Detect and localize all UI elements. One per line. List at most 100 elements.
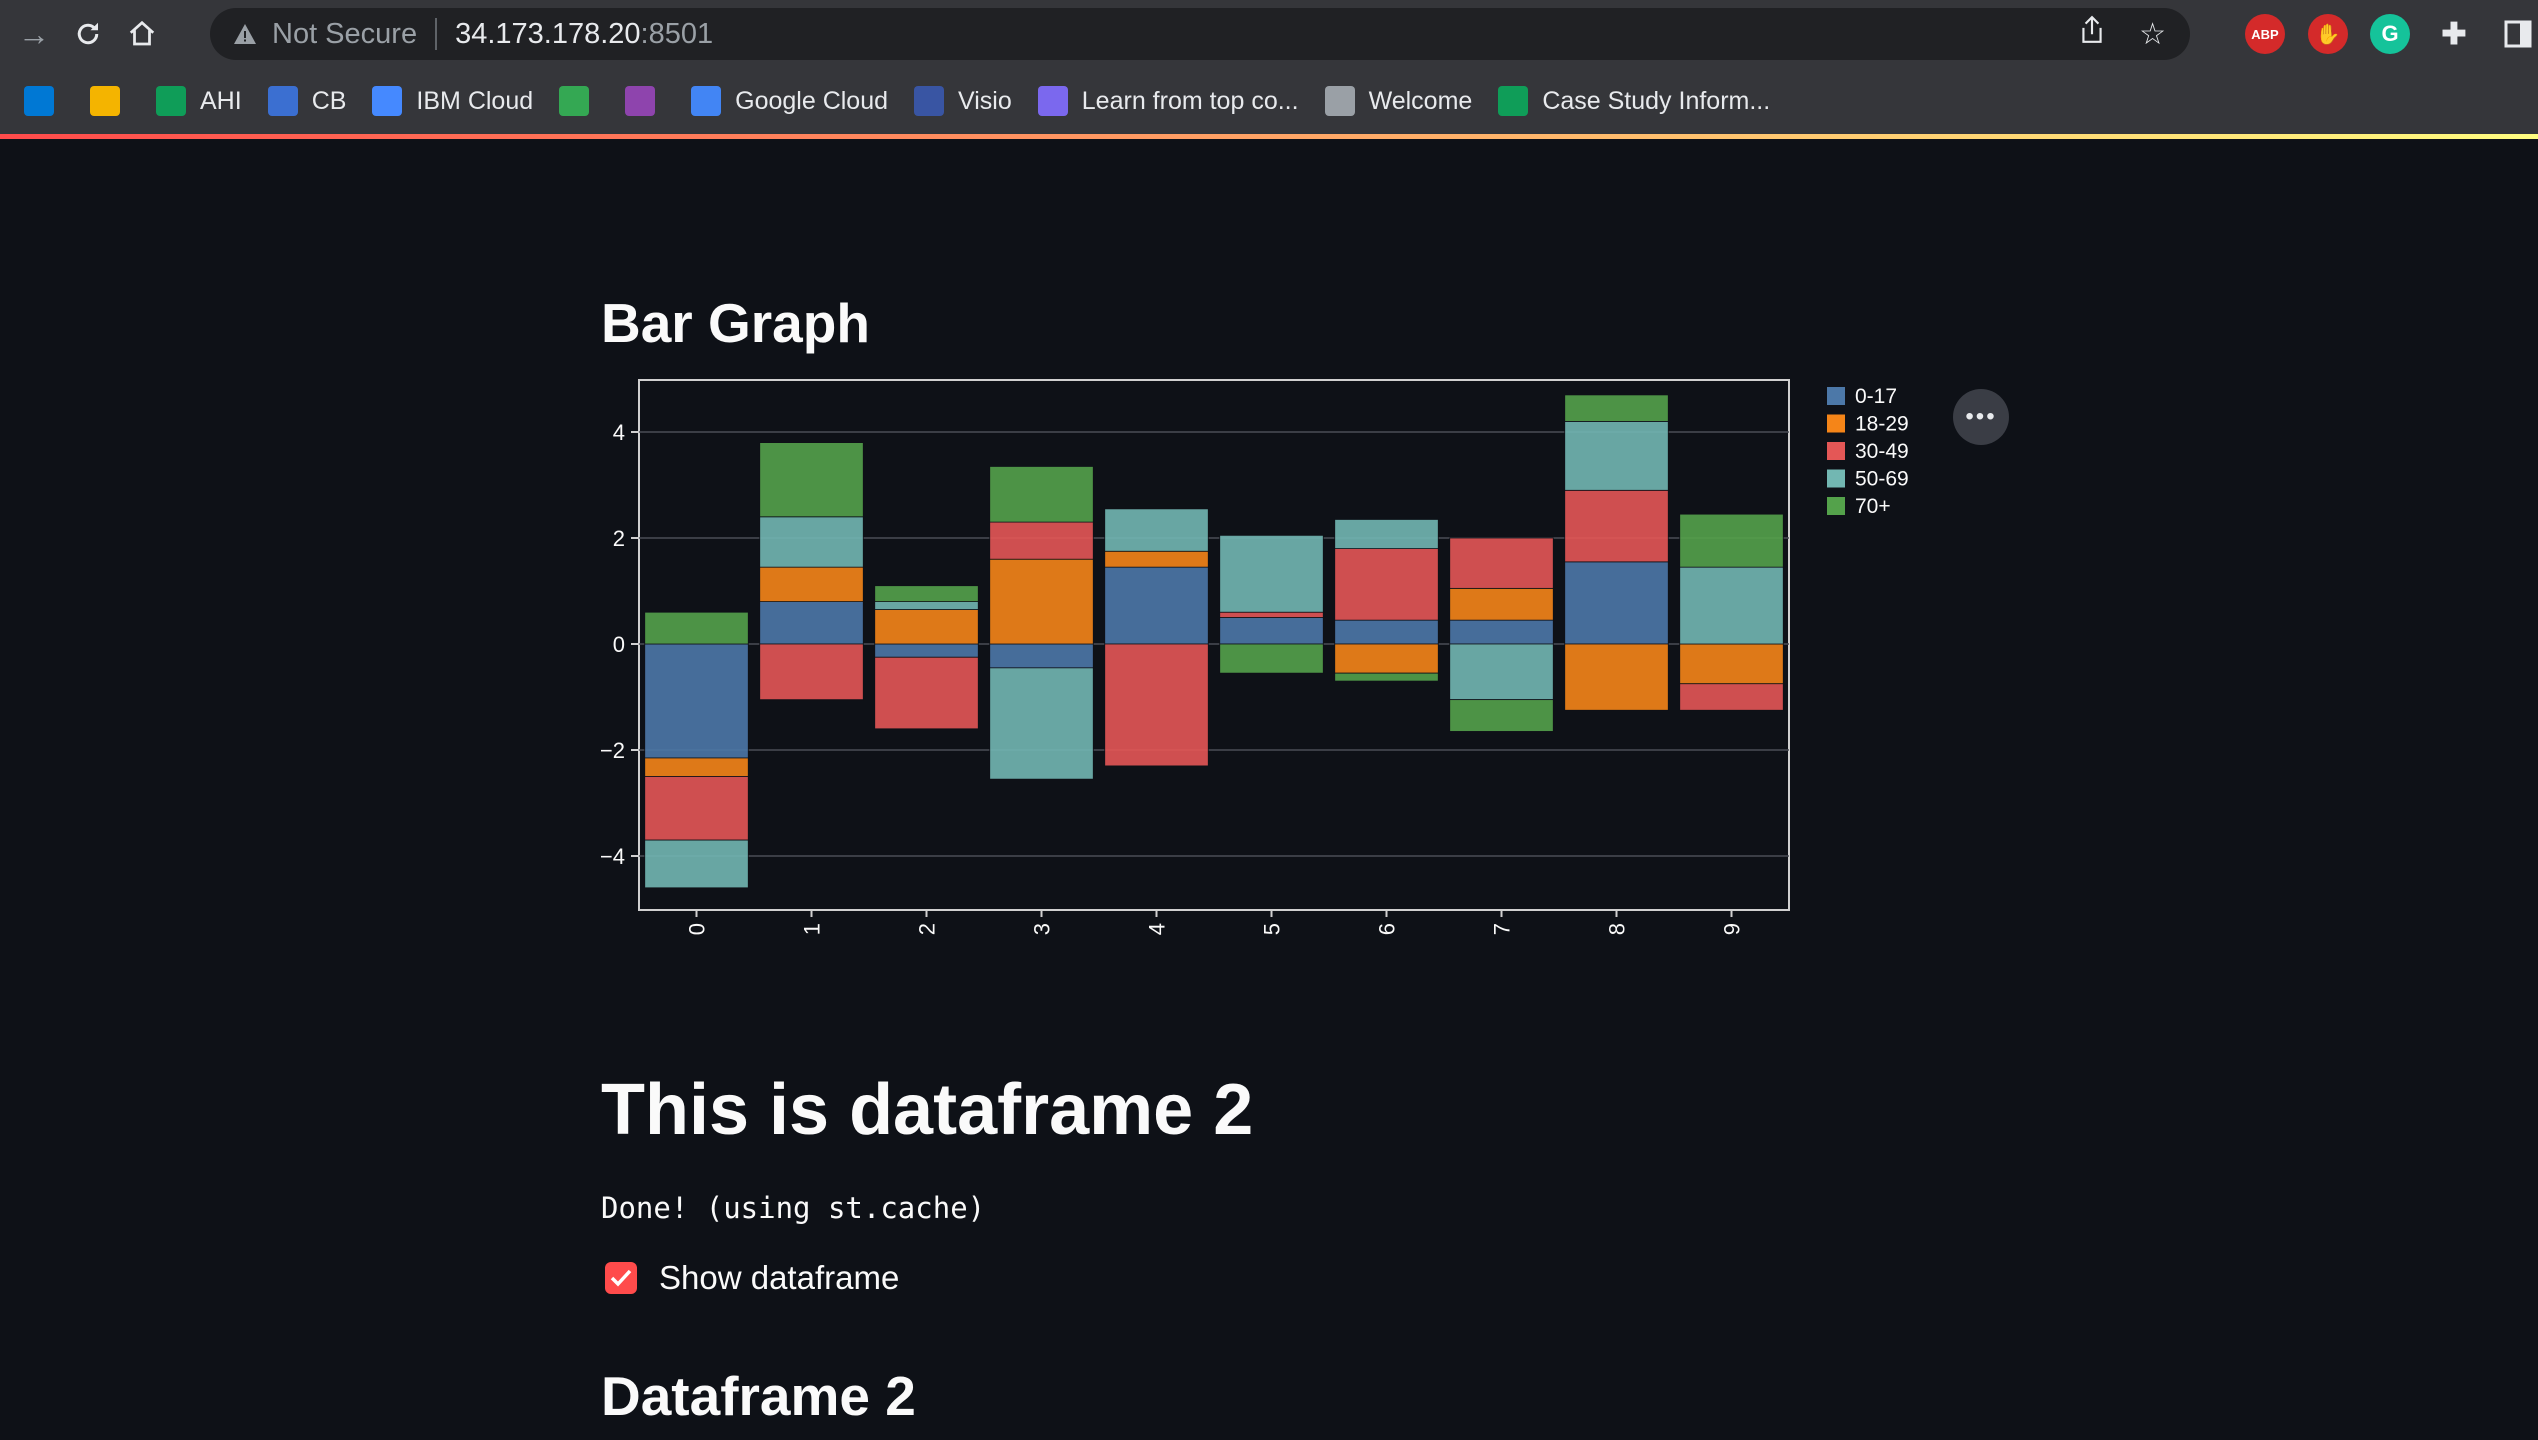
classroom-icon: [625, 86, 656, 116]
legend-label: 18-29: [1855, 413, 1909, 436]
url-port: :8501: [640, 17, 714, 50]
bar-segment: [989, 558, 1094, 645]
bookmark-label: AHI: [200, 86, 242, 115]
bookmark-welcome[interactable]: Welcome: [1324, 86, 1473, 116]
extensions-puzzle-icon[interactable]: ✚: [2434, 14, 2474, 54]
bar-segment: [1334, 548, 1439, 621]
bar-segment: [644, 839, 749, 889]
learn-icon: [1037, 86, 1068, 116]
bar-segment: [1564, 394, 1669, 422]
bar-segment: [1334, 619, 1439, 645]
cb-icon: [267, 86, 298, 116]
stop-hand-icon[interactable]: ✋: [2308, 14, 2348, 54]
bar-segment: [874, 643, 979, 658]
bar-segment: [1334, 672, 1439, 682]
checkbox-label: Show dataframe: [659, 1259, 900, 1296]
bar-segment: [1219, 643, 1324, 674]
x-tick-label: 8: [1605, 923, 1630, 935]
legend-label: 70+: [1855, 495, 1891, 518]
bar-segment: [644, 643, 749, 759]
bar-segment: [874, 609, 979, 645]
bookmark-label: IBM Cloud: [416, 86, 534, 115]
y-tick-label: −2: [601, 738, 625, 763]
bookmark-case-study-inform[interactable]: Case Study Inform...: [1498, 86, 1770, 116]
x-tick-label: 0: [685, 923, 710, 935]
bar-segment: [1679, 643, 1784, 685]
legend-swatch: [1827, 387, 1845, 405]
legend-swatch: [1827, 469, 1845, 488]
bar-segment: [1564, 643, 1669, 711]
bar-segment: [1334, 643, 1439, 674]
grammarly-icon[interactable]: G: [2370, 14, 2410, 54]
bookmark-classroom[interactable]: [625, 86, 665, 116]
ibm-cloud-icon: [372, 86, 403, 116]
bar-segment: [1449, 537, 1554, 589]
address-bar[interactable]: Not Secure 34.173.178.20:8501 ☆: [210, 8, 2190, 60]
bookmark-google-cloud[interactable]: Google Cloud: [691, 86, 888, 116]
azure-icon: [24, 86, 54, 116]
bookmark-label: Visio: [958, 86, 1012, 115]
bookmark-learn-from-top-co[interactable]: Learn from top co...: [1037, 86, 1299, 116]
bar-segment: [1679, 513, 1784, 568]
bookmark-star-icon[interactable]: ☆: [2139, 17, 2166, 52]
bar-segment: [1104, 566, 1209, 645]
stacked-bar-chart: −4 −2 0 2 4 0 1 2 3 4 5 6 7 8 9 0-17 18-29 30-49 50-69 70+: [601, 379, 1909, 935]
bar-graph-heading: Bar Graph: [601, 292, 870, 354]
home-icon[interactable]: [122, 14, 162, 54]
visio-icon: [914, 86, 945, 116]
chart-menu-icon[interactable]: •••: [1953, 389, 2009, 445]
x-tick-label: 6: [1375, 923, 1400, 935]
bar-segment: [874, 601, 979, 610]
reload-icon[interactable]: [68, 14, 108, 54]
bar-segment: [1564, 421, 1669, 491]
share-icon[interactable]: [2079, 15, 2105, 53]
bar-segment: [759, 643, 864, 701]
dataframe-heading: This is dataframe 2: [601, 1070, 1254, 1150]
x-tick-label: 5: [1260, 923, 1285, 935]
bar-segment: [759, 601, 864, 645]
bar-segment: [759, 566, 864, 602]
forward-icon[interactable]: →: [14, 14, 54, 54]
y-tick-label: 4: [613, 420, 625, 445]
status-text: Done! (using st.cache): [601, 1191, 986, 1225]
y-tick-label: −4: [601, 844, 625, 869]
bookmark-drive[interactable]: [559, 86, 599, 116]
bar-segment: [759, 516, 864, 568]
legend-label: 50-69: [1855, 468, 1909, 491]
bar-segment: [989, 466, 1094, 523]
bar-segment: [989, 667, 1094, 780]
bar-segment: [874, 656, 979, 730]
bar-segment: [1679, 566, 1784, 645]
google-cloud-icon: [691, 86, 722, 116]
bookmark-label: Google Cloud: [735, 86, 889, 115]
bookmark-cb[interactable]: CB: [267, 86, 346, 116]
bar-segment: [1564, 561, 1669, 645]
bar-segment: [1334, 519, 1439, 549]
bookmark-slides[interactable]: [90, 86, 130, 116]
show-dataframe-checkbox[interactable]: Show dataframe: [605, 1259, 899, 1297]
bookmark-label: Welcome: [1368, 86, 1473, 115]
bookmark-ahi[interactable]: AHI: [156, 86, 242, 116]
legend-label: 30-49: [1855, 440, 1909, 463]
bookmark-ibm-cloud[interactable]: IBM Cloud: [372, 86, 533, 116]
checkbox-checked-icon[interactable]: [605, 1262, 637, 1294]
bar-segment: [1449, 619, 1554, 645]
bar-segment: [1219, 617, 1324, 645]
bar-segment: [989, 521, 1094, 560]
warning-icon[interactable]: [232, 21, 258, 47]
bar-segment: [989, 643, 1094, 669]
globe-icon: [1324, 86, 1355, 116]
bookmark-visio[interactable]: Visio: [914, 86, 1012, 116]
dataframe2-heading: Dataframe 2: [601, 1365, 916, 1427]
legend-label: 0-17: [1855, 385, 1897, 408]
bookmark-azure[interactable]: [24, 86, 64, 116]
streamlit-decoration-bar: [0, 134, 2538, 139]
bar-segment: [644, 611, 749, 645]
side-panel-icon[interactable]: [2498, 14, 2538, 54]
x-tick-label: 4: [1145, 923, 1170, 935]
legend-swatch: [1827, 442, 1845, 460]
bar-segment: [1679, 683, 1784, 711]
adblock-icon[interactable]: ABP: [2245, 14, 2285, 54]
sheets-icon: [156, 86, 186, 116]
x-tick-label: 7: [1490, 923, 1515, 935]
